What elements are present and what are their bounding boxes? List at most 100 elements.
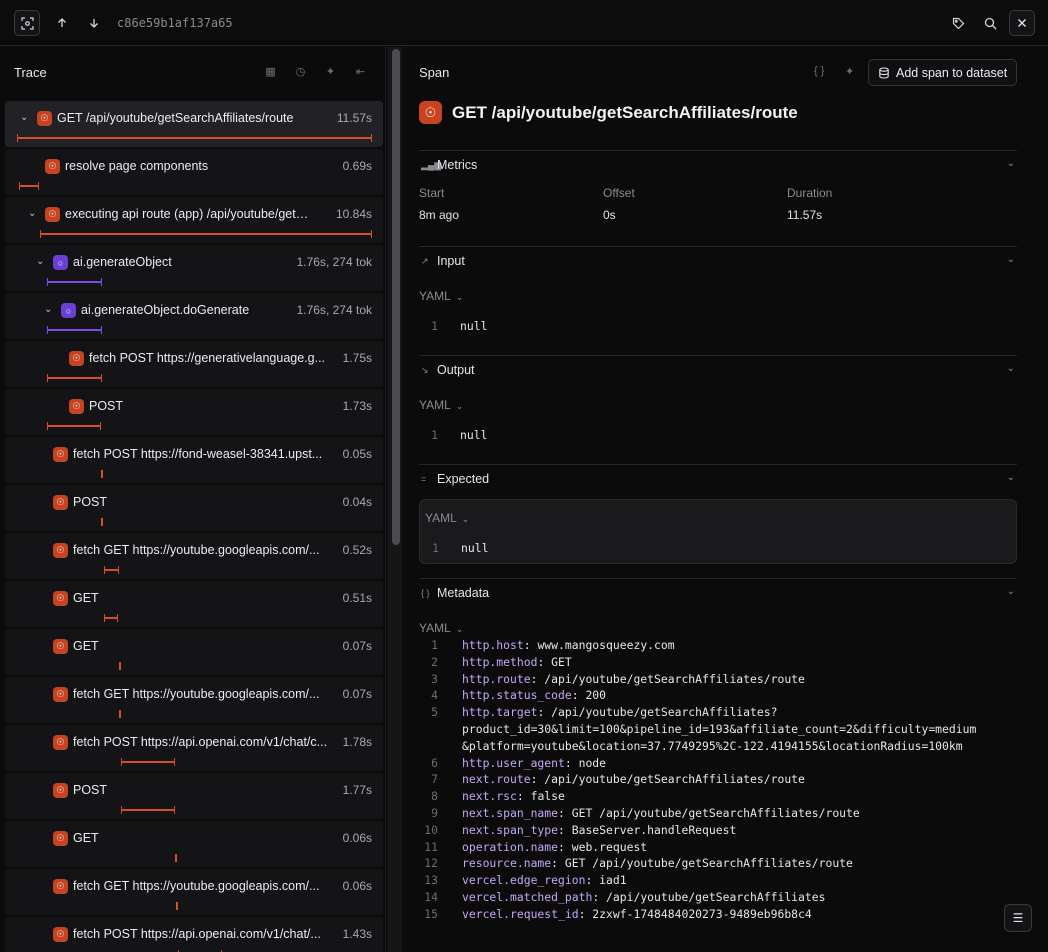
trace-row[interactable]: ☉ resolve page components 0.69s <box>5 149 383 195</box>
function-icon: ☉ <box>69 351 84 366</box>
metric-duration: Duration 11.57s <box>787 186 833 222</box>
braces-icon: { } <box>421 588 430 598</box>
function-icon: ☉ <box>45 159 60 174</box>
trace-row[interactable]: ⌄ ☉ executing api route (app) /api/youtu… <box>5 197 383 243</box>
span-name: fetch GET https://youtube.googleapis.com… <box>73 879 320 893</box>
span-name: ai.generateObject.doGenerate <box>81 303 250 317</box>
span-duration: 0.69s <box>342 159 372 173</box>
menu-icon[interactable]: ☰ <box>1004 904 1032 932</box>
function-icon: ☉ <box>53 927 68 942</box>
format-select[interactable]: YAML ⌄ <box>419 621 463 635</box>
input-header[interactable]: ↗ Input ⌄ <box>419 253 1017 273</box>
scrollbar-thumb[interactable] <box>392 49 400 545</box>
trace-row[interactable]: ☉ fetch POST https://api.openai.com/v1/c… <box>5 725 383 771</box>
chevron-down-icon: ⌄ <box>1006 254 1015 265</box>
arrow-up-icon[interactable] <box>49 10 75 36</box>
arrow-down-icon[interactable] <box>81 10 107 36</box>
function-icon: ☉ <box>53 783 68 798</box>
trace-row[interactable]: ⌄ ☉ GET /api/youtube/getSearchAffiliates… <box>5 101 383 147</box>
span-duration: 0.06s <box>342 831 372 845</box>
close-icon[interactable] <box>1009 10 1035 36</box>
trace-row[interactable]: ☉ fetch POST https://fond-weasel-38341.u… <box>5 437 383 483</box>
crosshair-icon[interactable]: ✦ <box>324 65 337 78</box>
function-icon: ☉ <box>53 591 68 606</box>
format-select[interactable]: YAML ⌄ <box>419 289 463 303</box>
chevron-down-icon: ⌄ <box>455 624 464 634</box>
span-duration: 1.76s, 274 tok <box>296 303 372 317</box>
crosshair-icon[interactable]: ✦ <box>845 65 854 78</box>
collapse-left-icon[interactable]: ⇤ <box>354 65 367 78</box>
span-timeline-bar <box>104 614 118 622</box>
function-icon: ☉ <box>45 207 60 222</box>
span-name: fetch POST https://fond-weasel-38341.ups… <box>73 447 323 461</box>
chevron-down-icon[interactable]: ⌄ <box>28 208 36 219</box>
equals-icon: = <box>421 474 427 484</box>
span-name: fetch POST https://api.openai.com/v1/cha… <box>73 735 328 749</box>
search-icon[interactable] <box>977 10 1003 36</box>
span-duration: 0.51s <box>342 591 372 605</box>
metrics-header[interactable]: ▂▄▆ Metrics ⌄ <box>419 157 1017 177</box>
expected-editor[interactable]: YAML ⌄ 1 null <box>419 499 1017 564</box>
metadata-label: Metadata <box>437 586 490 600</box>
chevron-down-icon: ⌄ <box>455 292 464 302</box>
metadata-line: 6 http.user_agent: node <box>431 755 607 770</box>
span-name-title: GET /api/youtube/getSearchAffiliates/rou… <box>452 102 798 122</box>
function-icon: ☉ <box>53 687 68 702</box>
chevron-down-icon[interactable]: ⌄ <box>44 304 52 315</box>
chevron-down-icon[interactable]: ⌄ <box>20 112 28 123</box>
metadata-line: 14 vercel.matched_path: /api/youtube/getS… <box>424 889 826 904</box>
span-id: c86e59b1af137a65 <box>117 16 233 30</box>
span-name: GET <box>73 831 99 845</box>
span-duration: 0.06s <box>342 879 372 893</box>
trace-row[interactable]: ⌄ ○ ai.generateObject.doGenerate 1.76s, … <box>5 293 383 339</box>
trace-title: Trace <box>14 65 47 80</box>
span-panel-title: Span <box>419 65 450 80</box>
trace-row[interactable]: ☉ fetch POST https://api.openai.com/v1/c… <box>5 917 383 952</box>
tag-icon[interactable] <box>945 10 971 36</box>
metadata-line: 12 resource.name: GET /api/youtube/getSea… <box>424 856 853 871</box>
chevron-down-icon: ⌄ <box>1006 363 1015 374</box>
span-name: POST <box>73 783 108 797</box>
table-icon[interactable]: ▦ <box>264 65 277 78</box>
format-select[interactable]: YAML ⌄ <box>425 511 469 525</box>
span-timeline-bar <box>40 230 372 238</box>
chevron-down-icon: ⌄ <box>1006 472 1015 483</box>
metadata-section: { } Metadata ⌄ YAML ⌄ 1 http.host: www.man… <box>419 578 1017 952</box>
trace-row[interactable]: ☉ POST 1.77s <box>5 773 383 819</box>
trace-scrollbar[interactable] <box>388 47 402 952</box>
focus-icon[interactable] <box>14 10 40 36</box>
function-icon: ☉ <box>53 639 68 654</box>
trace-row[interactable]: ☉ fetch POST https://generativelanguage.… <box>5 341 383 387</box>
metadata-line: 7 next.route: /api/youtube/getSearchAffil… <box>431 772 805 787</box>
span-name: resolve page components <box>65 159 209 173</box>
metadata-header[interactable]: { } Metadata ⌄ <box>419 585 1017 605</box>
add-span-label: Add span to dataset <box>896 65 1008 80</box>
trace-row[interactable]: ☉ fetch GET https://youtube.googleapis.c… <box>5 869 383 915</box>
trace-row[interactable]: ☉ POST 0.04s <box>5 485 383 531</box>
ai-chat-icon: ○ <box>53 255 68 270</box>
output-header[interactable]: ↘ Output ⌄ <box>419 362 1017 382</box>
add-span-to-dataset-button[interactable]: Add span to dataset <box>868 59 1017 86</box>
metric-start: Start 8m ago <box>419 186 460 222</box>
format-select[interactable]: YAML ⌄ <box>419 398 463 412</box>
trace-row[interactable]: ☉ GET 0.06s <box>5 821 383 867</box>
span-timeline-bar <box>119 710 121 718</box>
metrics-section: ▂▄▆ Metrics ⌄ Start 8m ago Offset 0s Dur… <box>419 150 1017 246</box>
trace-row[interactable]: ☉ POST 1.73s <box>5 389 383 435</box>
span-duration: 0.52s <box>342 543 372 557</box>
span-timeline-bar <box>121 806 175 814</box>
trace-row[interactable]: ☉ GET 0.07s <box>5 629 383 675</box>
span-name: ai.generateObject <box>73 255 172 269</box>
trace-row[interactable]: ☉ GET 0.51s <box>5 581 383 627</box>
span-name: fetch POST https://generativelanguage.g.… <box>89 351 326 365</box>
trace-row[interactable]: ⌄ ○ ai.generateObject 1.76s, 274 tok <box>5 245 383 291</box>
trace-row[interactable]: ☉ fetch GET https://youtube.googleapis.c… <box>5 533 383 579</box>
timer-icon[interactable]: ◷ <box>294 65 307 78</box>
function-icon: ☉ <box>53 879 68 894</box>
expected-header[interactable]: = Expected ⌄ <box>419 471 1017 491</box>
braces-icon[interactable]: { } <box>814 65 824 77</box>
span-timeline-bar <box>47 326 102 334</box>
chevron-down-icon[interactable]: ⌄ <box>36 256 44 267</box>
trace-row[interactable]: ☉ fetch GET https://youtube.googleapis.c… <box>5 677 383 723</box>
trace-tree: ⌄ ☉ GET /api/youtube/getSearchAffiliates… <box>5 101 383 952</box>
